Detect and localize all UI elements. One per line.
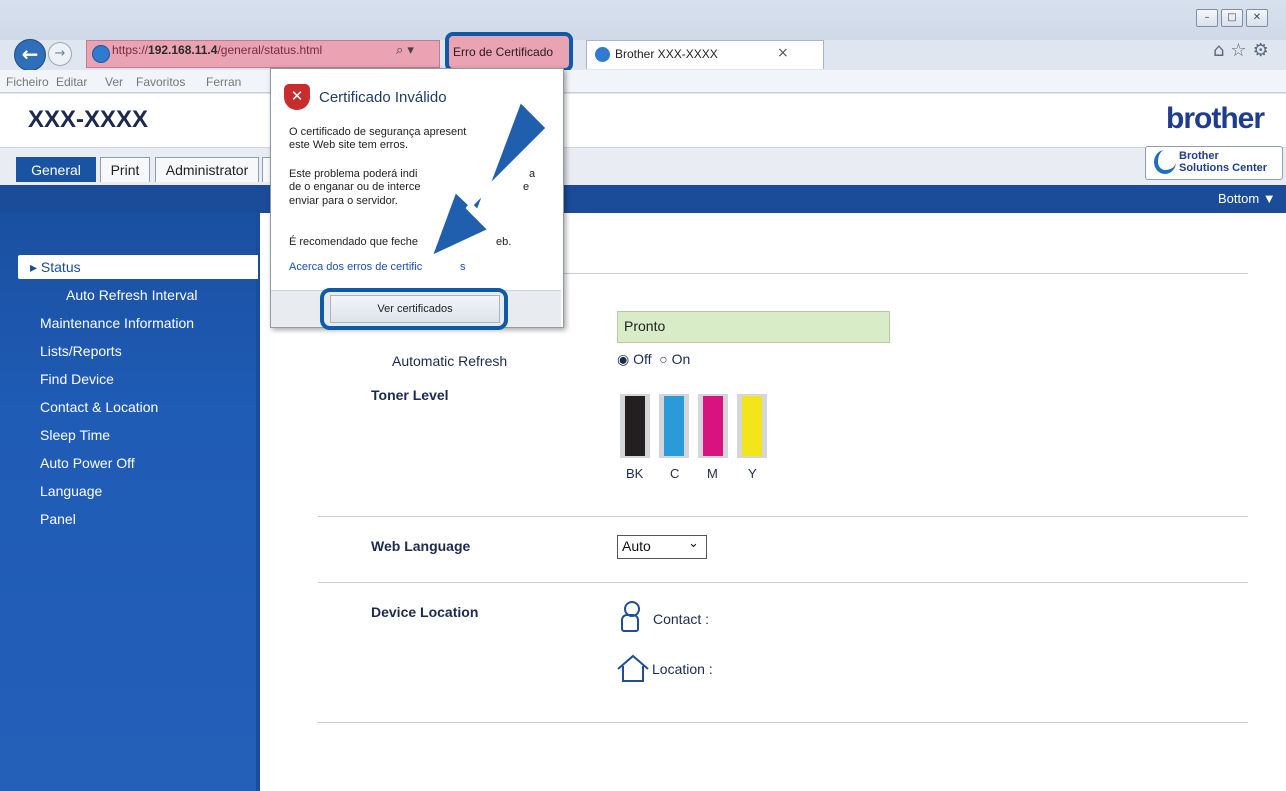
menu-ver[interactable]: Ver (105, 75, 123, 89)
view-certificates-highlight (320, 288, 508, 330)
popup-text-line-6b: eb. (496, 236, 512, 248)
sidebar-item-auto-power-off[interactable]: Auto Power Off (40, 455, 135, 471)
radio-off-label[interactable]: Off (633, 351, 651, 367)
divider (318, 516, 1248, 517)
certificate-error-label[interactable]: Erro de Certificado (453, 45, 553, 59)
menu-bar (0, 70, 1286, 93)
popup-text-line-4: de o enganar ou de interce (289, 181, 421, 193)
sidebar-item-status-label[interactable]: ▸ Status (30, 259, 81, 276)
back-button[interactable]: ← (14, 39, 46, 71)
url-scheme: https:// (112, 43, 149, 57)
tab-print[interactable]: Print (100, 157, 150, 182)
sidebar-item-sleep-time[interactable]: Sleep Time (40, 427, 110, 443)
browser-tab-title[interactable]: Brother XXX-XXXX (615, 47, 718, 61)
solutions-line-2: Solutions Center (1179, 162, 1268, 174)
auto-refresh-radios: ◉ Off ○ On (617, 351, 690, 368)
solutions-line-1: Brother (1179, 150, 1219, 162)
person-icon-body (621, 614, 639, 632)
popup-text-line-6: É recomendado que feche (289, 236, 419, 248)
automatic-refresh-label: Automatic Refresh (392, 353, 508, 369)
sidebar-item-maintenance[interactable]: Maintenance Information (40, 315, 194, 331)
chevron-down-icon[interactable]: ⌄ (688, 536, 699, 551)
solutions-center-label[interactable]: Brother Solutions Center (1179, 150, 1267, 174)
radio-on[interactable]: ○ (655, 351, 667, 367)
divider (318, 582, 1248, 583)
tab-administrator[interactable]: Administrator (155, 157, 259, 182)
sidebar-item-panel[interactable]: Panel (40, 511, 76, 527)
sidebar-item-contact-location[interactable]: Contact & Location (40, 399, 158, 415)
device-status: Pronto (624, 318, 666, 334)
web-language-label: Web Language (371, 538, 471, 554)
popup-text-line-3b: a (529, 168, 536, 180)
forward-button[interactable]: → (48, 42, 72, 66)
sidebar-item-auto-refresh[interactable]: Auto Refresh Interval (66, 287, 198, 303)
menu-favoritos[interactable]: Favoritos (136, 75, 185, 89)
title-bar (0, 0, 1286, 40)
ie-tab-icon (595, 47, 610, 62)
radio-off[interactable]: ◉ (617, 351, 629, 367)
certificate-popup-title: Certificado Inválido (319, 89, 447, 106)
home-icon (617, 654, 649, 682)
search-icon[interactable]: ⌕ ▾ (396, 43, 414, 58)
maximize-button[interactable]: □ (1221, 9, 1243, 27)
popup-text-line-1: O certificado de segurança apresent (289, 126, 467, 138)
minimize-button[interactable]: – (1196, 9, 1218, 27)
menu-editar[interactable]: Editar (56, 75, 87, 89)
toner-label-m: M (707, 466, 718, 481)
sidebar-item-find-device[interactable]: Find Device (40, 371, 114, 387)
bottom-link[interactable]: Bottom ▼ (1218, 191, 1276, 206)
toner-bar-c (664, 396, 684, 456)
toner-bar-y (742, 396, 762, 456)
sidebar-divider-line (256, 213, 260, 791)
ie-page-icon (92, 45, 110, 63)
toner-bar-m (703, 396, 723, 456)
divider (318, 722, 1248, 723)
popup-text-line-5: enviar para o servidor. (289, 195, 398, 207)
close-window-button[interactable]: ✕ (1246, 9, 1268, 27)
tab-general[interactable]: General (16, 157, 96, 182)
certificate-errors-link[interactable]: Acerca dos erros de certific (289, 261, 422, 273)
blue-bar (0, 185, 1286, 213)
address-url[interactable]: https://192.168.11.4/general/status.html (112, 43, 322, 57)
solutions-center-icon (1154, 150, 1176, 174)
toner-bar-bk (625, 396, 645, 456)
contact-label: Contact : (653, 611, 710, 627)
certificate-errors-link-tail[interactable]: s (460, 261, 466, 274)
popup-text-line-2: este Web site tem erros. (289, 139, 409, 151)
page-header (0, 94, 1286, 147)
popup-text-line-3: Este problema poderá indi (289, 168, 418, 180)
radio-on-label[interactable]: On (672, 351, 691, 367)
url-host: 192.168.11.4 (148, 43, 218, 57)
toner-label-c: C (670, 466, 680, 481)
toner-label-y: Y (748, 466, 757, 481)
model-name: XXX-XXXX (28, 106, 149, 133)
popup-text-line-4b: e (523, 181, 530, 193)
device-location-label: Device Location (371, 604, 479, 620)
sidebar-item-lists-reports[interactable]: Lists/Reports (40, 343, 122, 359)
sidebar-item-language[interactable]: Language (40, 483, 102, 499)
toner-level-label: Toner Level (371, 387, 449, 403)
home-favorites-tools-icons[interactable]: ⌂☆⚙ (1213, 40, 1275, 61)
web-language-value[interactable]: Auto (622, 538, 651, 554)
shield-error-icon: ✕ (284, 84, 310, 110)
menu-ficheiro[interactable]: Ficheiro (6, 75, 49, 89)
url-path: /general/status.html (217, 43, 323, 57)
location-label: Location : (652, 661, 713, 677)
close-tab-icon[interactable]: × (777, 45, 789, 61)
menu-ferramentas[interactable]: Ferran (206, 75, 241, 89)
brother-logo: brother (1166, 102, 1265, 135)
toner-label-bk: BK (626, 466, 644, 481)
